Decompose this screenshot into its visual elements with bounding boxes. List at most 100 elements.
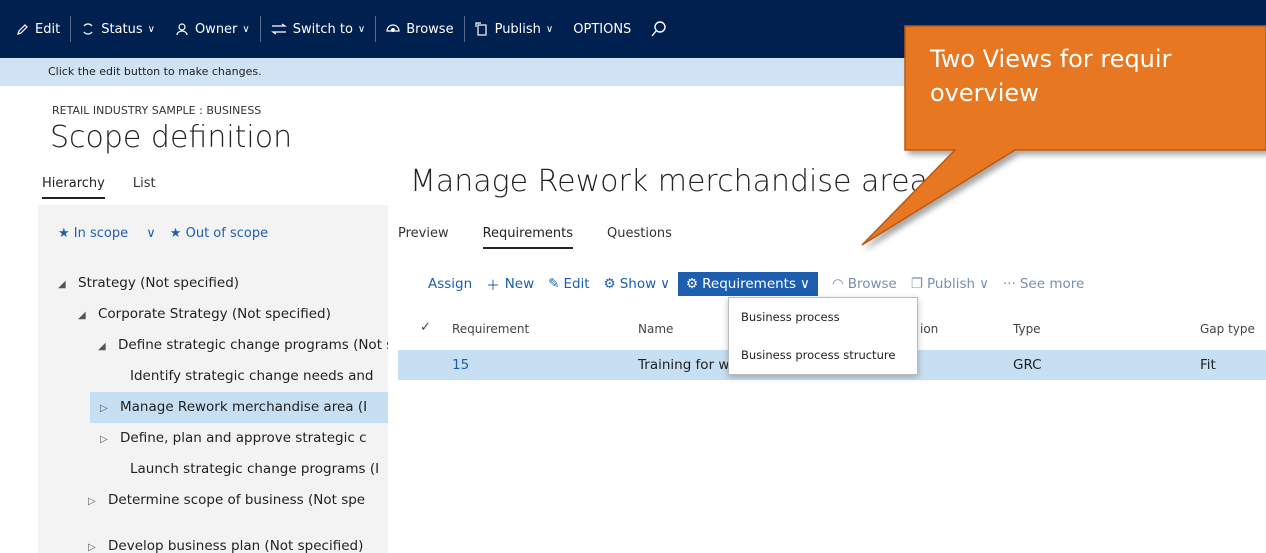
collapsed-icon: ▷ xyxy=(88,496,96,507)
expanded-icon: ◢ xyxy=(98,341,106,352)
requirements-dropdown-menu: Business process Business process struct… xyxy=(728,297,918,375)
edit-button[interactable]: Edit xyxy=(16,0,70,58)
status-button[interactable]: Status ∨ xyxy=(71,0,165,58)
requirements-menu-button[interactable]: ⚙ Requirements ∨ xyxy=(678,272,818,296)
options-button[interactable]: OPTIONS xyxy=(563,0,641,58)
browse-icon xyxy=(386,24,400,32)
tree-item-label: Manage Rework merchandise area (I xyxy=(120,399,368,415)
owner-button[interactable]: Owner ∨ xyxy=(165,0,260,58)
tree-item[interactable]: ◢ Strategy (Not specified) xyxy=(58,268,388,299)
detail-title: Manage Rework merchandise area xyxy=(410,164,928,199)
requirement-type: GRC xyxy=(1013,357,1042,373)
see-more-button[interactable]: ··· See more xyxy=(1003,276,1084,292)
collapsed-icon: ▷ xyxy=(100,403,108,414)
requirement-link[interactable]: 15 xyxy=(452,357,469,373)
requirement-name: Training for w xyxy=(638,357,730,373)
tab-list[interactable]: List xyxy=(133,176,156,199)
tree-item[interactable]: ▷ Develop business plan (Not specified) xyxy=(88,536,388,553)
tab-requirements[interactable]: Requirements xyxy=(482,226,573,249)
column-header-name[interactable]: Name xyxy=(638,322,673,336)
requirements-label: Requirements xyxy=(702,276,797,292)
chevron-down-icon: ∨ xyxy=(545,23,554,35)
tree-item-label: Define strategic change programs (Not sp… xyxy=(118,337,388,353)
switch-icon xyxy=(270,23,287,35)
edit-label: Edit xyxy=(563,276,590,292)
search-icon xyxy=(651,21,667,37)
in-scope-filter[interactable]: ★ In scope ∨ xyxy=(58,226,156,241)
grid-action-bar: Assign ＋ New ✎ Edit ⚙ Show ∨ ⚙ Requirements ∨ … xyxy=(428,272,1098,296)
switch-to-label: Switch to xyxy=(292,21,353,37)
pencil-icon: ✎ xyxy=(548,276,560,292)
expanded-icon: ◢ xyxy=(58,279,66,290)
tree-item-selected[interactable]: ▷ Manage Rework merchandise area (I xyxy=(90,392,388,423)
callout-line-1: Two Views for requir xyxy=(930,45,1172,73)
column-header-partial[interactable]: ion xyxy=(920,322,938,336)
chevron-down-icon: ∨ xyxy=(979,276,989,292)
in-scope-label: In scope xyxy=(73,226,129,241)
tree-item[interactable]: ◢ Corporate Strategy (Not specified) xyxy=(78,299,388,330)
show-label: Show xyxy=(619,276,657,292)
tree-item-label: Corporate Strategy (Not specified) xyxy=(98,306,331,322)
chevron-down-icon: ∨ xyxy=(800,276,810,292)
tab-hierarchy[interactable]: Hierarchy xyxy=(42,176,105,199)
publish-label: Publish xyxy=(926,276,976,292)
callout-line-2: overview xyxy=(930,79,1039,107)
tree-item-label: Develop business plan (Not specified) xyxy=(108,538,364,553)
grid-edit-button[interactable]: ✎ Edit xyxy=(548,276,589,292)
menu-item-business-process[interactable]: Business process xyxy=(729,298,917,336)
browse-button[interactable]: Browse xyxy=(376,0,463,58)
switch-to-button[interactable]: Switch to ∨ xyxy=(261,0,376,58)
owner-label: Owner xyxy=(194,21,238,37)
column-header-gap-type[interactable]: Gap type xyxy=(1200,322,1255,336)
callout-text: Two Views for requir overview xyxy=(930,42,1171,110)
new-label: New xyxy=(504,276,535,292)
tab-questions[interactable]: Questions xyxy=(607,226,672,249)
publish-label: Publish xyxy=(494,21,541,37)
chevron-down-icon: ∨ xyxy=(147,23,155,35)
column-header-type[interactable]: Type xyxy=(1013,322,1041,336)
chevron-down-icon: ∨ xyxy=(242,23,250,35)
tree-item-label: Define, plan and approve strategic c xyxy=(120,430,367,446)
assign-button[interactable]: Assign xyxy=(428,276,472,292)
refresh-icon xyxy=(83,23,93,35)
grid-browse-button[interactable]: ◠ Browse xyxy=(832,276,897,292)
browse-icon: ◠ xyxy=(831,276,844,292)
collapsed-icon: ▷ xyxy=(88,542,96,553)
options-label: OPTIONS xyxy=(573,21,632,37)
tree-item[interactable]: ▷ Define, plan and approve strategic c xyxy=(100,423,388,454)
scope-filter-bar: ★ In scope ∨ ★ Out of scope xyxy=(58,226,296,241)
tree-item-label: Identify strategic change needs and xyxy=(130,368,374,384)
browse-label: Browse xyxy=(406,21,454,37)
tree-item-label: Determine scope of business (Not spe xyxy=(108,492,366,508)
tree-item[interactable]: Launch strategic change programs (I xyxy=(130,454,388,485)
publish-icon: ❐ xyxy=(910,276,923,292)
chevron-down-icon: ∨ xyxy=(660,276,671,292)
search-button[interactable] xyxy=(641,0,683,58)
expanded-icon: ◢ xyxy=(78,310,86,321)
requirement-gap-type: Fit xyxy=(1200,357,1216,373)
person-icon xyxy=(176,23,188,36)
select-all-checkmark-icon[interactable]: ✓ xyxy=(420,320,431,335)
left-tabs: Hierarchy List xyxy=(42,176,184,199)
gear-icon: ⚙ xyxy=(603,276,616,292)
menu-item-business-process-structure[interactable]: Business process structure xyxy=(729,336,917,374)
publish-button[interactable]: Publish ∨ xyxy=(465,0,564,58)
tree-item-label: Strategy (Not specified) xyxy=(78,275,240,291)
tree-item[interactable]: ▷ Determine scope of business (Not spe xyxy=(88,485,388,516)
grid-publish-button[interactable]: ❐ Publish ∨ xyxy=(911,276,989,292)
show-button[interactable]: ⚙ Show ∨ xyxy=(604,276,670,292)
status-label: Status xyxy=(101,21,143,37)
detail-tabs: Preview Requirements Questions xyxy=(398,226,706,249)
chevron-down-icon: ∨ xyxy=(357,23,366,35)
new-button[interactable]: ＋ New xyxy=(486,274,534,294)
out-of-scope-label: Out of scope xyxy=(185,226,269,241)
pencil-icon xyxy=(17,23,28,35)
tree-item[interactable]: ◢ Define strategic change programs (Not s… xyxy=(98,330,388,361)
column-header-requirement[interactable]: Requirement xyxy=(452,322,529,336)
see-more-label: See more xyxy=(1019,276,1085,292)
tree-item[interactable]: Identify strategic change needs and xyxy=(130,361,388,392)
browse-label: Browse xyxy=(847,276,897,292)
out-of-scope-filter[interactable]: ★ Out of scope xyxy=(170,226,282,241)
tab-preview[interactable]: Preview xyxy=(398,226,449,249)
collapsed-icon: ▷ xyxy=(100,434,108,445)
